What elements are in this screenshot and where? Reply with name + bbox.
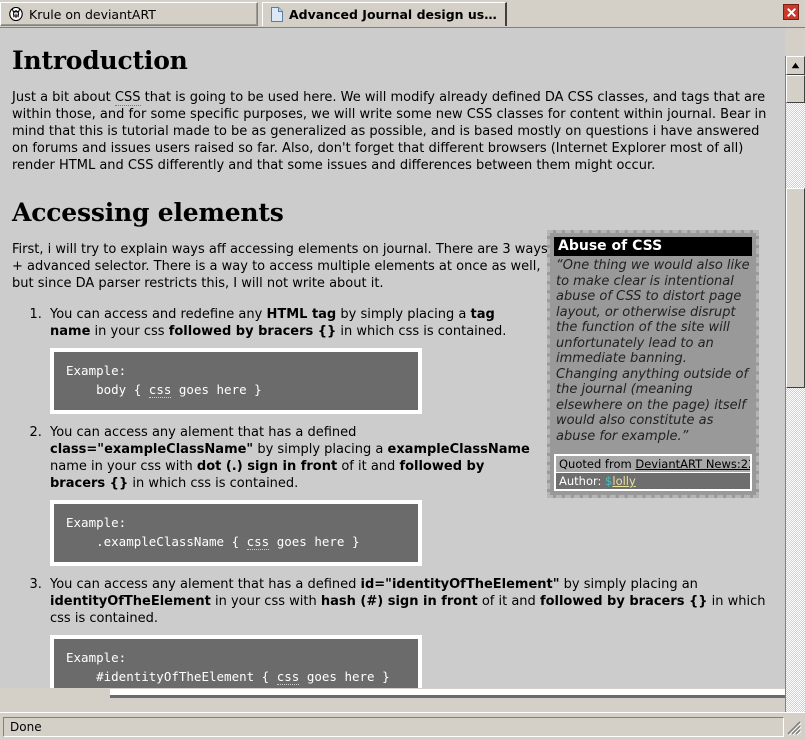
code-line-post: goes here }: [171, 382, 262, 397]
code-line-pre: body {: [66, 382, 149, 397]
emphasis-text: HTML tag: [266, 307, 337, 322]
code-line-pre: .exampleClassName {: [66, 534, 247, 549]
vertical-scrollbar-thumb-upper[interactable]: [786, 75, 805, 103]
quote-box-body: “One thing we would also like to make cl…: [554, 256, 752, 450]
emphasis-text: exampleClassName: [387, 442, 530, 457]
page-content: Introduction Just a bit about CSS that i…: [0, 28, 785, 700]
quoted-from-label: Quoted from: [559, 457, 636, 471]
vertical-scrollbar[interactable]: [785, 56, 805, 740]
plain-text: You can access and redefine any: [50, 307, 267, 322]
tab-bar: Krule on deviantART Advanced Journal des…: [0, 0, 805, 28]
scroll-up-arrow-icon: [791, 62, 800, 69]
step-text: You can access any alement that has a de…: [50, 425, 530, 491]
plain-text: of it and: [477, 594, 540, 609]
tab-advanced-journal-design[interactable]: Advanced Journal design using CSS ...: [262, 2, 507, 26]
close-icon: [786, 7, 796, 17]
quote-source-row: Quoted from DeviantART News:22624: [556, 456, 750, 473]
emphasis-text: dot (.) sign in front: [196, 459, 338, 474]
quote-paragraph-1: “One thing we would also like to make cl…: [556, 258, 750, 366]
tab-label: Advanced Journal design using CSS ...: [289, 7, 497, 22]
code-label: Example:: [66, 650, 127, 665]
plain-text: in your css: [90, 324, 169, 339]
plain-text: in which css is contained.: [128, 476, 299, 491]
intro-text-a: Just a bit about: [12, 90, 115, 105]
plain-text: name in your css with: [50, 459, 197, 474]
emphasis-text: identityOfTheElement: [50, 594, 211, 609]
tab-label: Krule on deviantART: [29, 6, 156, 22]
list-item: You can access and redefine any HTML tag…: [46, 306, 530, 414]
code-example-block: Example: body { css goes here }: [50, 348, 422, 414]
emphasis-text: followed by bracers {}: [168, 324, 337, 339]
emphasis-text: id="identityOfTheElement": [360, 577, 560, 592]
emphasis-text: class="exampleClassName": [50, 442, 254, 457]
quote-box-header: Abuse of CSS: [554, 237, 752, 256]
code-example-block: Example: .exampleClassName { css goes he…: [50, 500, 422, 566]
plain-text: in your css with: [210, 594, 321, 609]
horizontal-scrollbar-thumb[interactable]: [110, 689, 785, 698]
code-css-abbr: css: [148, 382, 172, 398]
plain-text: You can access any alement that has a de…: [50, 577, 361, 592]
emphasis-text: hash (#) sign in front: [320, 594, 478, 609]
code-line-post: goes here }: [299, 669, 390, 684]
code-css-abbr: css: [276, 669, 300, 685]
code-line-post: goes here }: [269, 534, 360, 549]
css-abbr: CSS: [114, 90, 141, 106]
code-label: Example:: [66, 515, 127, 530]
close-button[interactable]: [783, 4, 799, 20]
status-text: Done: [3, 716, 784, 737]
status-bar: Done: [0, 712, 805, 740]
section-title-accessing-elements: Accessing elements: [12, 198, 284, 227]
vertical-scrollbar-thumb[interactable]: [786, 188, 805, 388]
page-title-introduction: Introduction: [12, 46, 188, 75]
author-label: Author:: [559, 474, 606, 488]
plain-text: You can access any alement that has a de…: [50, 425, 357, 440]
code-line-pre: #identityOfTheElement {: [66, 669, 277, 684]
resize-grip-icon[interactable]: [784, 718, 802, 736]
browser-window: Krule on deviantART Advanced Journal des…: [0, 0, 805, 740]
code-label: Example:: [66, 363, 127, 378]
emphasis-text: followed by bracers {}: [539, 594, 708, 609]
quote-box-abuse-of-css: Abuse of CSS “One thing we would also li…: [547, 230, 759, 498]
step-text: You can access and redefine any HTML tag…: [50, 307, 506, 339]
scroll-up-button[interactable]: [786, 56, 805, 75]
quote-paragraph-2: Changing anything outside of the journal…: [556, 366, 749, 444]
quote-source-link[interactable]: DeviantART News:22624: [635, 457, 750, 471]
list-item: You can access any alement that has a de…: [46, 576, 773, 700]
plain-text: by simply placing a: [336, 307, 471, 322]
plain-text: by simply placing a: [253, 442, 388, 457]
plain-text: by simply placing an: [559, 577, 698, 592]
tab-krule-on-deviantart[interactable]: Krule on deviantART: [0, 2, 258, 26]
document-icon: [271, 7, 283, 22]
step-text: You can access any alement that has a de…: [50, 577, 766, 626]
intro-paragraph: Just a bit about CSS that is going to be…: [12, 89, 770, 174]
vertical-scrollbar-track[interactable]: [786, 75, 805, 721]
quote-author-row: Author: $lolly: [556, 473, 750, 489]
quote-box-footer: Quoted from DeviantART News:22624 Author…: [554, 454, 752, 491]
tab-bar-filler: [507, 0, 783, 26]
deviantart-logo-icon: [9, 6, 23, 22]
list-item: You can access any alement that has a de…: [46, 424, 530, 566]
content-wrapper: Introduction Just a bit about CSS that i…: [0, 28, 805, 740]
code-css-abbr: css: [246, 534, 270, 550]
plain-text: of it and: [337, 459, 400, 474]
accessing-paragraph: First, i will try to explain ways aff ac…: [12, 242, 548, 291]
author-link[interactable]: lolly: [612, 474, 635, 488]
plain-text: in which css is contained.: [336, 324, 507, 339]
horizontal-scrollbar[interactable]: [0, 688, 785, 700]
